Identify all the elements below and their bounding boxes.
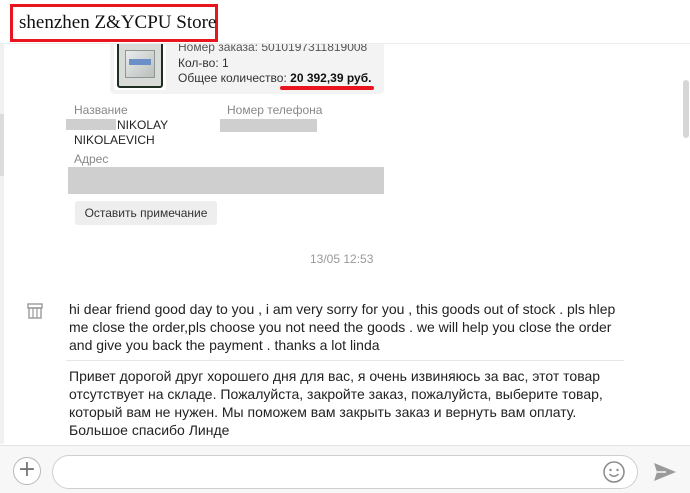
redacted-phone — [220, 119, 317, 132]
message-english: hi dear friend good day to you , i am ve… — [69, 301, 616, 353]
cpu-label — [129, 59, 151, 65]
store-avatar-icon[interactable] — [26, 302, 44, 320]
product-thumbnail[interactable] — [114, 44, 166, 90]
cpu-chip-image — [117, 44, 163, 88]
chat-header: shenzhen Z&YCPU Store — [0, 0, 690, 44]
store-title-highlight: shenzhen Z&YCPU Store — [10, 4, 218, 42]
message-russian: Привет дорогой друг хорошего дня для вас… — [69, 368, 603, 438]
order-total: Общее количество: 20 392,39 руб. — [178, 71, 371, 85]
redacted-surname — [66, 119, 116, 130]
message-timestamp: 13/05 12:53 — [310, 252, 374, 266]
leave-note-button[interactable]: Оставить примечание — [75, 201, 217, 225]
send-icon[interactable] — [652, 461, 678, 483]
redacted-address — [68, 167, 384, 194]
name-value-line1: NIKOLAY — [117, 118, 169, 132]
phone-label: Номер телефона — [227, 103, 323, 117]
address-label: Адрес — [74, 152, 109, 166]
order-number: Номер заказа: 5010197311819008 — [178, 44, 368, 54]
translation-divider — [66, 360, 624, 361]
name-label: Название — [74, 103, 128, 117]
store-title[interactable]: shenzhen Z&YCPU Store — [19, 12, 216, 34]
chat-area[interactable]: Номер заказа: 5010197311819008 Кол-во: 1… — [4, 44, 686, 445]
total-underline-mark — [280, 86, 374, 90]
composer-bar: + — [0, 445, 690, 493]
order-total-value: 20 392,39 руб. — [290, 71, 372, 85]
order-total-label: Общее количество: — [178, 71, 287, 85]
order-quantity: Кол-во: 1 — [178, 56, 229, 70]
message-input[interactable] — [52, 455, 638, 489]
name-value-line2: NIKOLAEVICH — [74, 133, 155, 147]
chat-scrollbar[interactable] — [683, 80, 689, 138]
smiley-icon[interactable] — [602, 460, 626, 484]
plus-icon[interactable]: + — [13, 457, 41, 485]
